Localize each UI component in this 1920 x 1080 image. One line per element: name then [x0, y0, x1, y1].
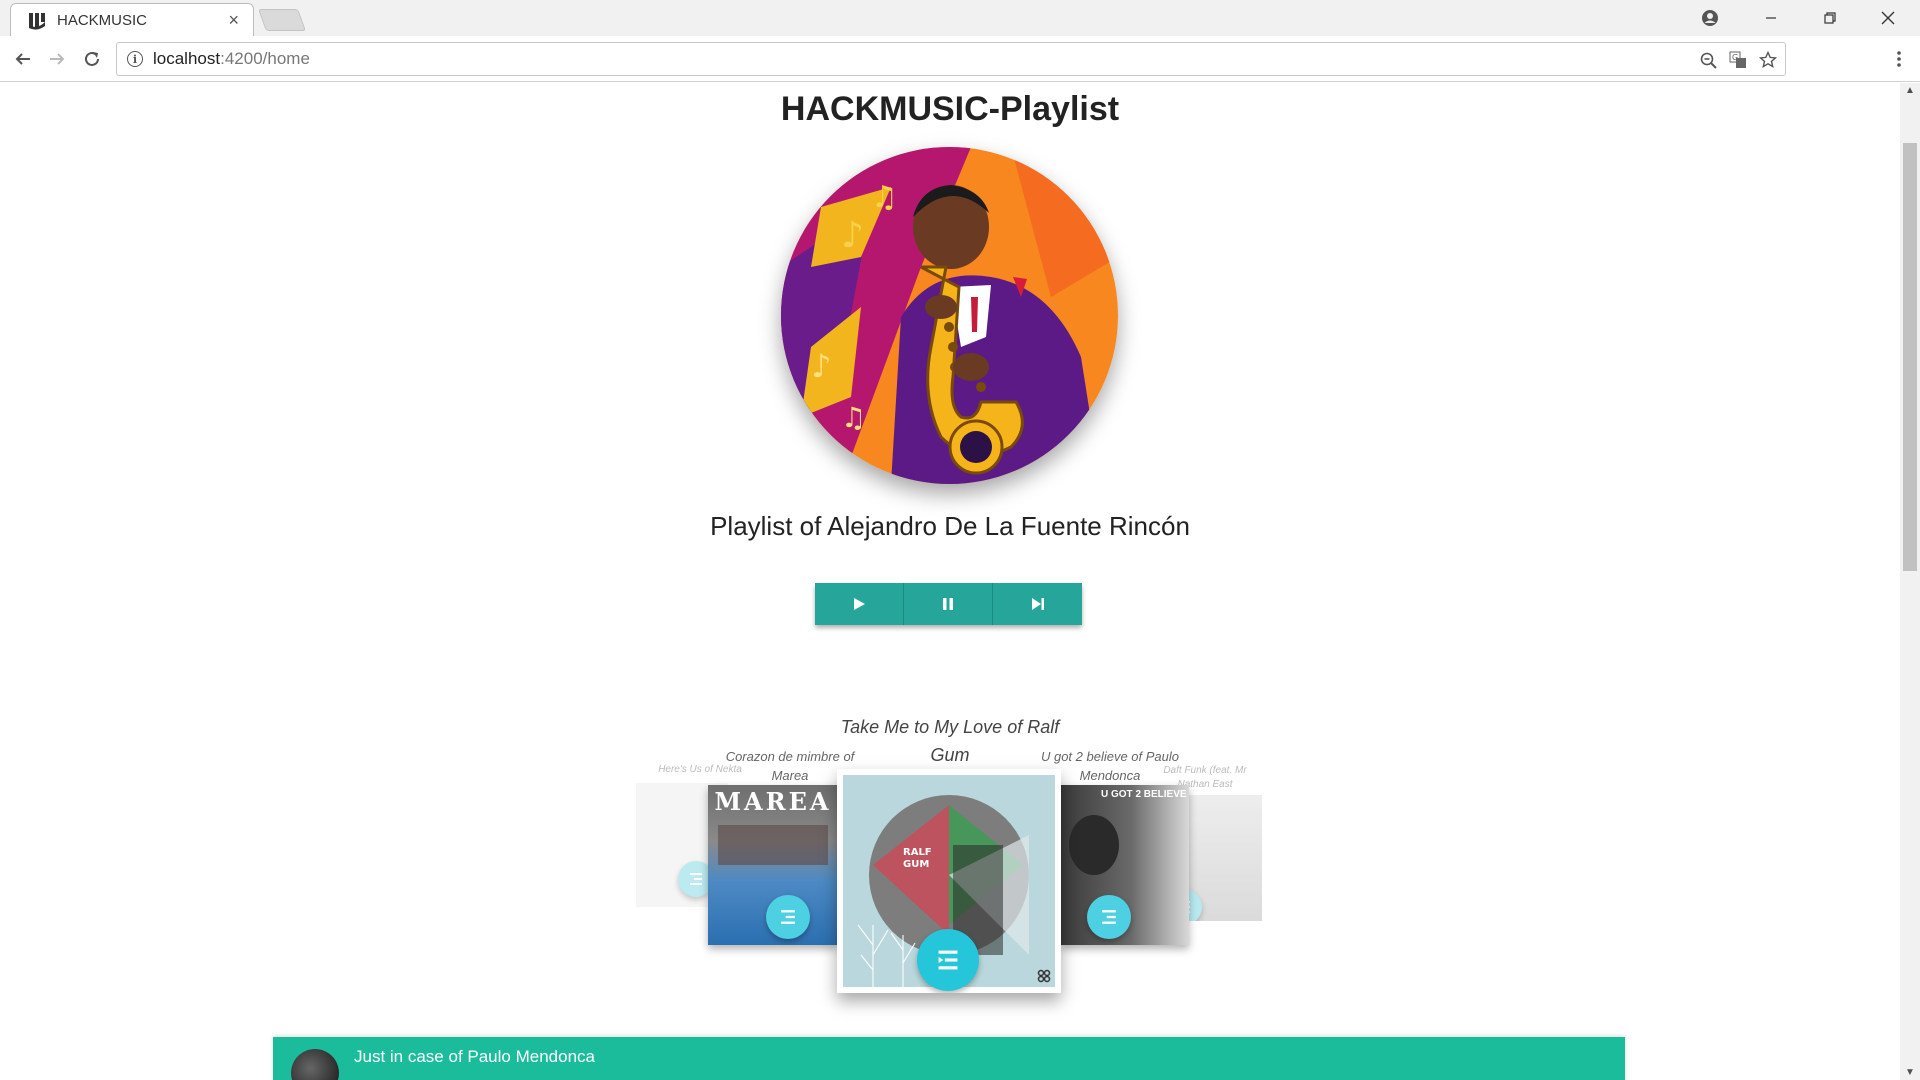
svg-text:G: G	[1732, 53, 1738, 62]
forward-icon[interactable]	[42, 44, 72, 74]
bookmark-star-icon[interactable]	[1757, 49, 1779, 71]
svg-text:♪: ♪	[811, 347, 831, 385]
pause-button[interactable]	[904, 583, 993, 625]
skip-next-button[interactable]	[993, 583, 1082, 625]
restore-icon[interactable]	[1810, 4, 1850, 32]
skip-next-icon	[1031, 598, 1044, 610]
player-controls	[815, 583, 1082, 625]
scroll-thumb[interactable]	[1903, 143, 1917, 571]
queue-button-current[interactable]	[917, 929, 979, 991]
now-playing-avatar	[291, 1049, 339, 1080]
zoom-icon[interactable]	[1697, 49, 1719, 71]
browser-titlebar: HACKMUSIC ×	[0, 0, 1920, 36]
page-title: HACKMUSIC-Playlist	[780, 90, 1120, 128]
playlist-owner: Playlist of Alejandro De La Fuente Rincó…	[710, 511, 1190, 541]
album-card-current[interactable]: RALF GUM	[837, 769, 1061, 993]
svg-text:♫: ♫	[871, 180, 898, 215]
svg-text:GUM: GUM	[903, 859, 929, 870]
back-icon[interactable]	[8, 44, 38, 74]
page-content: HACKMUSIC-Playlist ♪ ♫ ♪ ♫ Playlist of A…	[0, 83, 1900, 1080]
address-bar[interactable]: i localhost:4200/home G	[116, 42, 1786, 76]
translate-icon[interactable]: G	[1727, 49, 1749, 71]
scroll-up-arrow-icon[interactable]: ▲	[1900, 85, 1920, 96]
album-extra-icon[interactable]	[1037, 969, 1051, 983]
album-label-current: Take Me to My Love of Ralf Gum	[840, 717, 1060, 765]
reload-icon[interactable]	[77, 44, 107, 74]
page-scrollbar[interactable]: ▲ ▼	[1900, 83, 1920, 1080]
browser-tab[interactable]: HACKMUSIC ×	[10, 3, 254, 36]
url-text: localhost:4200/home	[153, 49, 310, 68]
album-card-right[interactable]: U GOT 2 BELIEVE	[1061, 785, 1189, 945]
album-cover-text-marea: MAREA	[714, 787, 832, 816]
minimize-icon[interactable]	[1751, 4, 1791, 32]
queue-icon	[690, 873, 702, 885]
queue-icon	[781, 910, 795, 924]
queue-icon	[1102, 910, 1116, 924]
svg-text:♫: ♫	[841, 401, 866, 434]
menu-icon[interactable]	[1884, 44, 1914, 74]
new-tab-button[interactable]	[257, 9, 307, 31]
close-window-icon[interactable]	[1868, 4, 1908, 32]
browser-toolbar: i localhost:4200/home G	[0, 36, 1920, 82]
now-playing-title: Just in case of Paulo Mendonca	[354, 1047, 595, 1066]
site-info-icon[interactable]: i	[127, 51, 143, 67]
queue-button-left[interactable]	[766, 895, 810, 939]
play-icon	[854, 598, 865, 610]
playlist-cover-image: ♪ ♫ ♪ ♫	[781, 147, 1118, 484]
pause-icon	[943, 598, 953, 610]
album-card-left[interactable]: MAREA	[708, 785, 838, 945]
profile-icon[interactable]	[1690, 4, 1730, 32]
album-cover-text-ugot: U GOT 2 BELIEVE	[1101, 789, 1187, 800]
hackmusic-logo-icon	[29, 13, 45, 30]
now-playing-bar[interactable]: Just in case of Paulo Mendonca	[273, 1037, 1625, 1080]
tab-close-icon[interactable]: ×	[228, 10, 239, 30]
queue-icon	[938, 950, 958, 970]
svg-text:RALF: RALF	[903, 847, 932, 858]
play-button[interactable]	[815, 583, 904, 625]
svg-text:♪: ♪	[841, 215, 864, 256]
tab-title: HACKMUSIC	[57, 11, 148, 29]
queue-button-right[interactable]	[1087, 895, 1131, 939]
scroll-down-arrow-icon[interactable]: ▼	[1900, 1067, 1920, 1078]
